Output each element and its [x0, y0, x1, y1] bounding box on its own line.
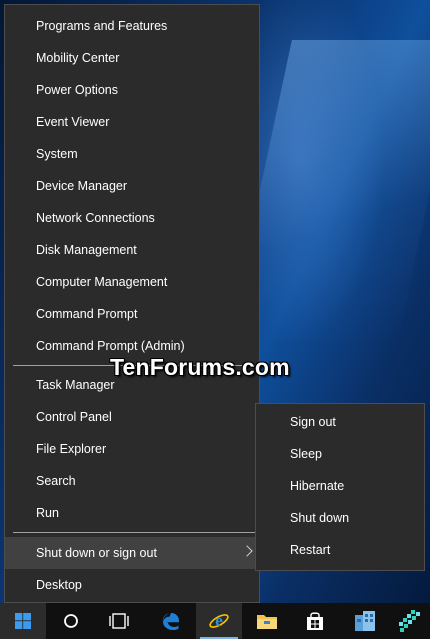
submenu-item-restart[interactable]: Restart [256, 534, 424, 566]
menu-item-device-manager[interactable]: Device Manager [5, 170, 259, 202]
submenu-item-label: Sleep [290, 447, 322, 461]
edge-button[interactable] [148, 603, 194, 639]
svg-text:e: e [215, 611, 223, 630]
app-icon [355, 611, 375, 631]
winx-quick-link-menu: Programs and Features Mobility Center Po… [4, 4, 260, 603]
menu-item-label: Control Panel [36, 410, 112, 424]
submenu-item-shut-down[interactable]: Shut down [256, 502, 424, 534]
menu-item-label: Search [36, 474, 76, 488]
menu-item-label: Command Prompt [36, 307, 138, 321]
submenu-item-label: Restart [290, 543, 331, 557]
task-view-icon [109, 613, 129, 629]
submenu-item-sign-out[interactable]: Sign out [256, 406, 424, 438]
menu-item-label: Mobility Center [36, 51, 120, 65]
menu-item-desktop[interactable]: Desktop [5, 569, 259, 601]
menu-item-search[interactable]: Search [5, 465, 259, 497]
task-view-button[interactable] [96, 603, 142, 639]
menu-item-label: Desktop [36, 578, 82, 592]
menu-separator [13, 532, 255, 533]
submenu-item-label: Sign out [290, 415, 336, 429]
submenu-item-hibernate[interactable]: Hibernate [256, 470, 424, 502]
menu-item-label: Shut down or sign out [36, 546, 157, 560]
submenu-item-label: Shut down [290, 511, 350, 525]
watermark: TenForums.com [110, 354, 290, 380]
menu-item-label: Event Viewer [36, 115, 110, 129]
start-button[interactable] [0, 603, 46, 639]
app-button[interactable] [342, 603, 388, 639]
menu-item-run[interactable]: Run [5, 497, 259, 529]
app-button-2[interactable] [388, 603, 430, 639]
menu-item-network-connections[interactable]: Network Connections [5, 202, 259, 234]
menu-item-power-options[interactable]: Power Options [5, 74, 259, 106]
menu-item-computer-management[interactable]: Computer Management [5, 266, 259, 298]
internet-explorer-icon: e [209, 611, 229, 630]
menu-item-system[interactable]: System [5, 138, 259, 170]
store-icon [307, 612, 323, 630]
shutdown-submenu: Sign out Sleep Hibernate Shut down Resta… [255, 403, 425, 571]
submenu-item-sleep[interactable]: Sleep [256, 438, 424, 470]
store-button[interactable] [292, 603, 338, 639]
taskbar: e [0, 603, 430, 639]
menu-item-programs-and-features[interactable]: Programs and Features [5, 10, 259, 42]
menu-item-label: Programs and Features [36, 19, 168, 33]
menu-item-label: System [36, 147, 78, 161]
menu-item-label: Command Prompt (Admin) [36, 339, 185, 353]
menu-item-label: Task Manager [36, 378, 115, 392]
cortana-search-button[interactable] [48, 603, 94, 639]
menu-item-file-explorer[interactable]: File Explorer [5, 433, 259, 465]
file-explorer-button[interactable] [244, 603, 290, 639]
app-icon-2 [399, 610, 420, 632]
chevron-right-icon [241, 545, 253, 557]
menu-item-label: Computer Management [36, 275, 168, 289]
menu-item-label: Disk Management [36, 243, 137, 257]
menu-item-label: Power Options [36, 83, 118, 97]
menu-item-disk-management[interactable]: Disk Management [5, 234, 259, 266]
menu-item-mobility-center[interactable]: Mobility Center [5, 42, 259, 74]
windows-start-icon [15, 613, 31, 629]
internet-explorer-button[interactable]: e [196, 603, 242, 639]
menu-item-label: Network Connections [36, 211, 155, 225]
menu-item-label: File Explorer [36, 442, 107, 456]
file-explorer-icon [257, 615, 277, 629]
submenu-item-label: Hibernate [290, 479, 345, 493]
menu-item-control-panel[interactable]: Control Panel [5, 401, 259, 433]
cortana-search-icon [64, 614, 78, 628]
menu-item-label: Device Manager [36, 179, 128, 193]
menu-item-shut-down-or-sign-out[interactable]: Shut down or sign out [5, 537, 259, 569]
menu-item-label: Run [36, 506, 59, 520]
menu-item-event-viewer[interactable]: Event Viewer [5, 106, 259, 138]
edge-icon [162, 613, 179, 630]
menu-item-command-prompt[interactable]: Command Prompt [5, 298, 259, 330]
